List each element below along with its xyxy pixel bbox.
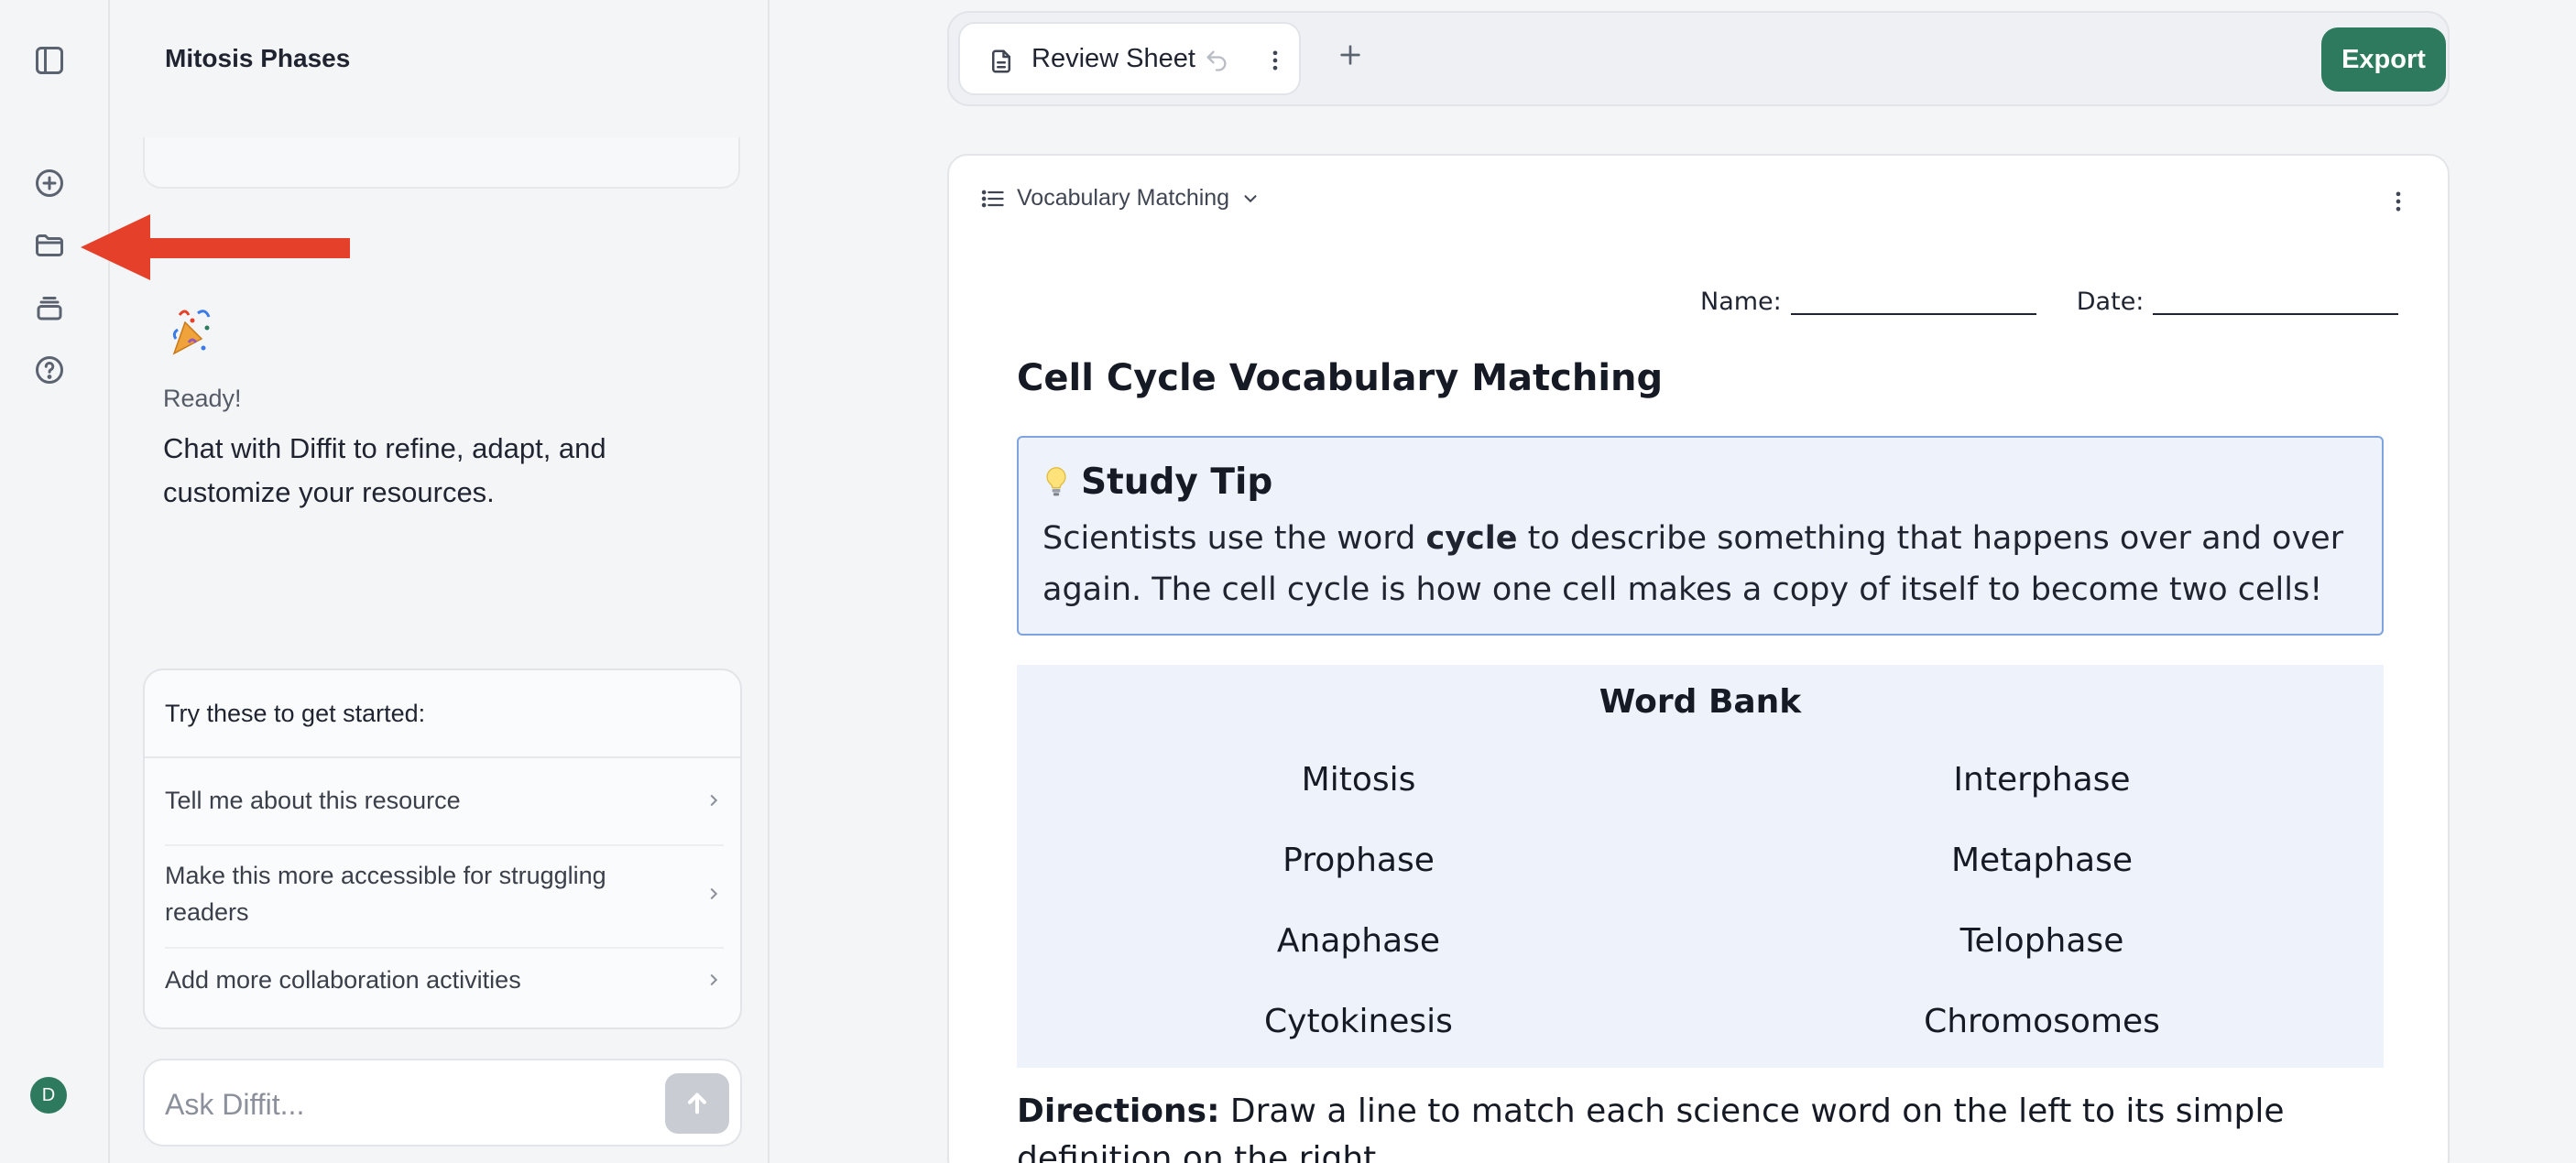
add-tab-icon[interactable] — [1336, 40, 1365, 70]
word-bank-term: Cytokinesis — [1264, 1003, 1453, 1040]
name-label: Name: — [1700, 288, 1782, 316]
icon-rail: D — [0, 0, 110, 1163]
help-icon[interactable] — [31, 352, 68, 388]
tab-review-sheet[interactable]: Review Sheet — [958, 22, 1301, 95]
suggestion-make-accessible[interactable]: Make this more accessible for struggling… — [165, 857, 724, 930]
chat-input-box — [143, 1059, 742, 1147]
word-bank-term: Prophase — [1283, 842, 1435, 879]
suggestion-label: Tell me about this resource — [165, 787, 461, 814]
library-stack-icon[interactable] — [31, 289, 68, 326]
suggestion-label: Add more collaboration activities — [165, 966, 521, 994]
undo-icon[interactable] — [1204, 48, 1229, 73]
study-tip-heading: Study Tip — [1042, 462, 1272, 503]
study-tip-box: Study Tip Scientists use the word cycle … — [1017, 436, 2384, 636]
word-bank-grid: Mitosis Interphase Prophase Metaphase An… — [1017, 753, 2384, 1075]
directions-text: Directions: Draw a line to match each sc… — [1017, 1092, 2285, 1163]
name-blank — [1790, 288, 2036, 315]
chevron-right-icon — [710, 973, 718, 986]
document-title: Cell Cycle Vocabulary Matching — [1017, 357, 1664, 399]
lightbulb-icon — [1046, 466, 1066, 495]
document-page: Vocabulary Matching Name: Date: Cell Cyc… — [947, 154, 2450, 1163]
document-icon — [992, 49, 1010, 73]
word-bank-term: Mitosis — [1301, 761, 1416, 799]
section-selector[interactable]: Vocabulary Matching — [980, 185, 1261, 212]
suggestion-tell-me-about[interactable]: Tell me about this resource — [165, 782, 724, 819]
user-avatar[interactable]: D — [30, 1077, 67, 1114]
word-bank-title: Word Bank — [1599, 683, 1802, 721]
list-icon — [981, 190, 1004, 207]
divider — [145, 756, 740, 758]
word-bank-term: Telophase — [1959, 922, 2124, 960]
previous-message-card — [143, 137, 740, 189]
suggestion-label: Make this more accessible for struggling… — [165, 862, 606, 926]
name-date-line: Name: Date: — [1700, 288, 2399, 316]
resource-title: Mitosis Phases — [165, 44, 351, 72]
document-tab-bar: Review Sheet Export — [947, 11, 2450, 106]
word-bank-term: Anaphase — [1276, 922, 1441, 960]
divider — [165, 844, 724, 846]
folder-icon[interactable] — [31, 227, 68, 264]
word-bank-term: Interphase — [1953, 761, 2131, 799]
divider — [165, 947, 724, 949]
arrow-up-icon — [688, 1092, 706, 1114]
suggestions-header: Try these to get started: — [165, 700, 426, 727]
chat-input[interactable] — [165, 1084, 641, 1125]
suggestion-add-collaboration[interactable]: Add more collaboration activities — [165, 962, 724, 998]
study-tip-text: Scientists use the word cycle to describ… — [1042, 520, 2344, 608]
tab-label: Review Sheet — [1031, 44, 1195, 73]
date-label: Date: — [2076, 288, 2145, 316]
ready-label: Ready! — [163, 385, 242, 412]
chevron-right-icon — [710, 794, 718, 807]
section-selector-label: Vocabulary Matching — [1017, 185, 1230, 211]
chevron-right-icon — [710, 887, 718, 900]
send-button[interactable] — [665, 1073, 729, 1134]
section-more-icon[interactable] — [2385, 187, 2411, 216]
date-blank — [2153, 288, 2399, 315]
new-resource-icon[interactable] — [31, 165, 68, 201]
suggestions-card: Try these to get started: Tell me about … — [143, 668, 742, 1029]
export-button[interactable]: Export — [2321, 27, 2446, 92]
word-bank-term: Chromosomes — [1924, 1003, 2160, 1040]
word-bank: Word Bank Mitosis Interphase Prophase Me… — [1017, 665, 2384, 1068]
red-pointer-arrow — [81, 214, 350, 280]
study-tip-title: Study Tip — [1081, 462, 1273, 503]
chat-panel: Mitosis Phases Ready! Chat with Diffit t… — [112, 0, 770, 1163]
sidebar-toggle-icon[interactable] — [31, 42, 68, 79]
chevron-down-icon — [1244, 194, 1257, 202]
chat-intro-text: Chat with Diffit to refine, adapt, and c… — [163, 432, 606, 508]
word-bank-term: Metaphase — [1950, 842, 2134, 879]
tab-more-icon[interactable] — [1262, 46, 1288, 75]
party-popper-icon — [172, 310, 211, 355]
